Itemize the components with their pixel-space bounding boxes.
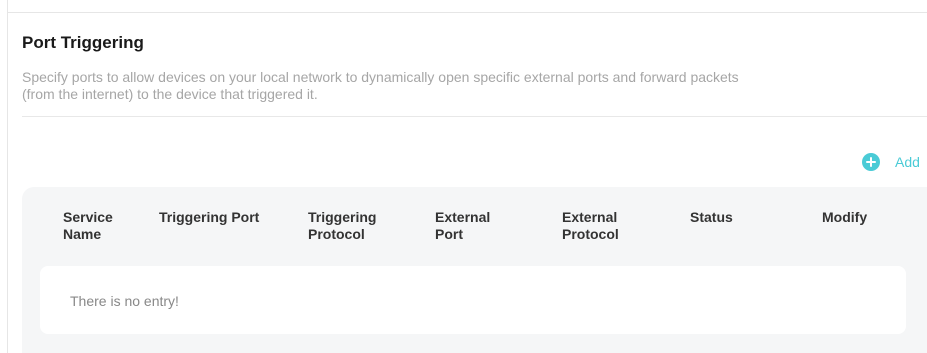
section-description: Specify ports to allow devices on your l… <box>22 69 927 103</box>
column-header-modify: Modify <box>822 209 868 225</box>
panel-border-top <box>7 12 927 13</box>
description-line-2: (from the internet) to the device that t… <box>22 86 318 102</box>
column-header-service-name: Service Name <box>63 209 113 242</box>
port-triggering-panel: Port Triggering Specify ports to allow d… <box>0 0 927 353</box>
column-header-triggering-port: Triggering Port <box>159 209 260 225</box>
empty-table-row: There is no entry! <box>40 266 906 334</box>
section-title: Port Triggering <box>22 33 144 52</box>
column-header-external-protocol: External Protocol <box>562 209 619 242</box>
column-header-status: Status <box>690 209 733 225</box>
plus-circle-icon <box>862 153 880 171</box>
add-button-label: Add <box>895 154 920 170</box>
section-divider <box>22 116 927 117</box>
column-header-triggering-protocol: Triggering Protocol <box>308 209 377 242</box>
column-header-external-port: External Port <box>435 209 491 242</box>
description-line-1: Specify ports to allow devices on your l… <box>22 69 739 85</box>
panel-border-left <box>7 0 8 353</box>
empty-message: There is no entry! <box>70 293 179 309</box>
add-button[interactable]: Add <box>862 152 920 172</box>
